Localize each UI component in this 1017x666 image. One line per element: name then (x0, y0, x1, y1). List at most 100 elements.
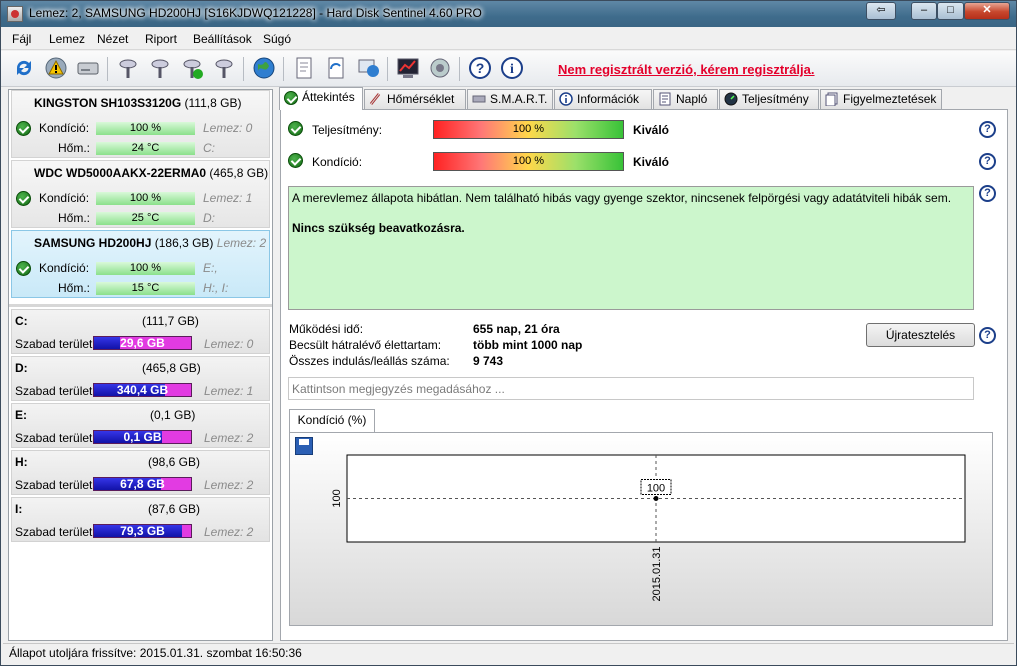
toolbar-separator (387, 57, 388, 81)
menu-bar: Fájl Lemez Nézet Riport Beállítások Súgó (1, 28, 1016, 50)
status-ok-icon (288, 153, 303, 168)
repair-tool-icon[interactable] (211, 55, 237, 81)
y-tick-label: 100 (331, 489, 343, 507)
drive-letters: H:, I: (203, 281, 229, 295)
tab-overview[interactable]: Áttekintés (279, 87, 363, 110)
window-title: Lemez: 2, SAMSUNG HD200HJ [S16KJDWQ12122… (29, 6, 482, 20)
tab-alerts[interactable]: Figyelmeztetések (820, 89, 942, 109)
volume-size: (465,8 GB) (142, 361, 201, 375)
menu-view[interactable]: Nézet (97, 32, 128, 46)
test-tool-check-icon[interactable] (179, 55, 205, 81)
volume-item-e[interactable]: E: (0,1 GB) Szabad terület 0,1 GB Lemez:… (11, 403, 270, 448)
back-button[interactable]: ⇦ (866, 2, 896, 20)
network-report-icon[interactable] (355, 55, 381, 81)
volume-letter: C: (15, 314, 28, 328)
globe-icon[interactable] (251, 55, 277, 81)
register-link[interactable]: Nem regisztrált verzió, kérem regisztrál… (558, 62, 815, 77)
note-input[interactable]: Kattintson megjegyzés megadásához ... (288, 377, 974, 400)
test-tool-icon[interactable] (115, 55, 141, 81)
volume-size: (111,7 GB) (142, 314, 199, 328)
health-bar: 100 % (96, 192, 195, 205)
disk-item-1[interactable]: WDC WD5000AAKX-22ERMA0 (465,8 GB) Kondíc… (11, 160, 270, 228)
toolbar-separator (107, 57, 108, 81)
temp-label: Hőm.: (58, 141, 91, 155)
performance-bar: 100 % (433, 120, 624, 139)
free-space-label: Szabad terület (15, 525, 93, 539)
free-space-value: 29,6 GB (120, 336, 165, 350)
send-report-icon[interactable] (323, 55, 349, 81)
app-icon[interactable] (7, 6, 23, 22)
volume-disk-label: Lemez: 2 (204, 431, 254, 445)
main-tabs: Áttekintés Hőmérséklet S.M.A.R.T. Inform… (279, 87, 1014, 110)
volume-size: (87,6 GB) (148, 502, 201, 516)
drive-letters-extra: E:, (203, 261, 218, 275)
tab-label: Teljesítmény (742, 92, 809, 106)
help-icon[interactable]: ? (467, 55, 493, 81)
health-chart-panel: 100 2015.01.31 100 (289, 432, 993, 626)
volume-letter: E: (15, 408, 27, 422)
tab-temperature[interactable]: Hőmérséklet (364, 89, 466, 109)
panel-divider (9, 304, 272, 307)
volume-item-d[interactable]: D: (465,8 GB) Szabad terület 340,4 GB Le… (11, 356, 270, 401)
free-space-label: Szabad terület (15, 478, 93, 492)
disk-icon[interactable] (75, 55, 101, 81)
disk-size: (186,3 GB) (154, 236, 214, 250)
temp-label: Hőm.: (58, 281, 91, 295)
free-space-bar: 340,4 GB (93, 383, 192, 397)
tab-performance[interactable]: Teljesítmény (719, 89, 819, 109)
menu-disk[interactable]: Lemez (49, 32, 85, 46)
report-icon[interactable] (291, 55, 317, 81)
health-bar: 100 % (433, 152, 624, 171)
retest-button[interactable]: Újratesztelés (866, 323, 975, 347)
disk-name: SAMSUNG HD200HJ (186,3 GB) Lemez: 2 (34, 236, 266, 250)
menu-help[interactable]: Súgó (263, 32, 291, 46)
test-tool-2-icon[interactable] (147, 55, 173, 81)
tab-smart[interactable]: S.M.A.R.T. (467, 89, 553, 109)
temp-bar: 25 °C (96, 212, 195, 225)
help-icon[interactable]: ? (979, 327, 996, 344)
tab-information[interactable]: Információk (554, 89, 652, 109)
health-label: Kondíció: (39, 191, 90, 205)
disk-item-2[interactable]: SAMSUNG HD200HJ (186,3 GB) Lemez: 2 Kond… (11, 230, 270, 298)
maximize-button[interactable]: □ (937, 2, 964, 20)
sound-icon[interactable] (427, 55, 453, 81)
volume-item-h[interactable]: H: (98,6 GB) Szabad terület 67,8 GB Leme… (11, 450, 270, 495)
svg-text:i: i (510, 62, 514, 77)
refresh-icon[interactable] (11, 55, 37, 81)
uptime-label: Működési idő: (289, 322, 364, 336)
tab-label: Áttekintés (302, 90, 355, 104)
free-space-bar: 0,1 GB (93, 430, 192, 444)
menu-file[interactable]: Fájl (12, 32, 31, 46)
volume-disk-label: Lemez: 2 (204, 478, 254, 492)
volume-size: (0,1 GB) (150, 408, 196, 422)
info-icon[interactable]: i (499, 55, 525, 81)
free-space-value: 0,1 GB (123, 430, 162, 444)
volume-item-c[interactable]: C: (111,7 GB) Szabad terület 29,6 GB Lem… (11, 309, 270, 354)
help-icon[interactable]: ? (979, 121, 996, 138)
close-button[interactable]: ✕ (964, 2, 1010, 20)
disk-index-label: Lemez: 2 (216, 236, 267, 250)
smart-icon (472, 95, 486, 103)
start-stop-label: Összes indulás/leállás száma: (289, 354, 450, 368)
temp-bar: 15 °C (96, 282, 195, 295)
volume-item-i[interactable]: I: (87,6 GB) Szabad terület 79,3 GB Leme… (11, 497, 270, 542)
benchmark-icon[interactable] (395, 55, 421, 81)
data-label: 100 (647, 483, 665, 495)
disk-item-0[interactable]: KINGSTON SH103S3120G (111,8 GB) Kondíció… (11, 90, 270, 158)
minimize-button[interactable]: – (911, 2, 937, 20)
free-space-label: Szabad terület (15, 337, 93, 351)
health-label: Kondíció: (312, 155, 363, 169)
tab-health-chart[interactable]: Kondíció (%) (289, 409, 375, 432)
help-icon[interactable]: ? (979, 185, 996, 202)
menu-settings[interactable]: Beállítások (193, 32, 252, 46)
disk-name: WDC WD5000AAKX-22ERMA0 (465,8 GB) (34, 166, 268, 180)
warning-disk-icon[interactable] (43, 55, 69, 81)
menu-report[interactable]: Riport (145, 32, 177, 46)
free-space-value: 79,3 GB (120, 524, 165, 538)
help-icon[interactable]: ? (979, 153, 996, 170)
performance-label: Teljesítmény: (312, 123, 383, 137)
volume-size: (98,6 GB) (148, 455, 201, 469)
disk-index-label: Lemez: 1 (203, 191, 253, 205)
tab-log[interactable]: Napló (653, 89, 718, 109)
data-point (653, 496, 659, 501)
